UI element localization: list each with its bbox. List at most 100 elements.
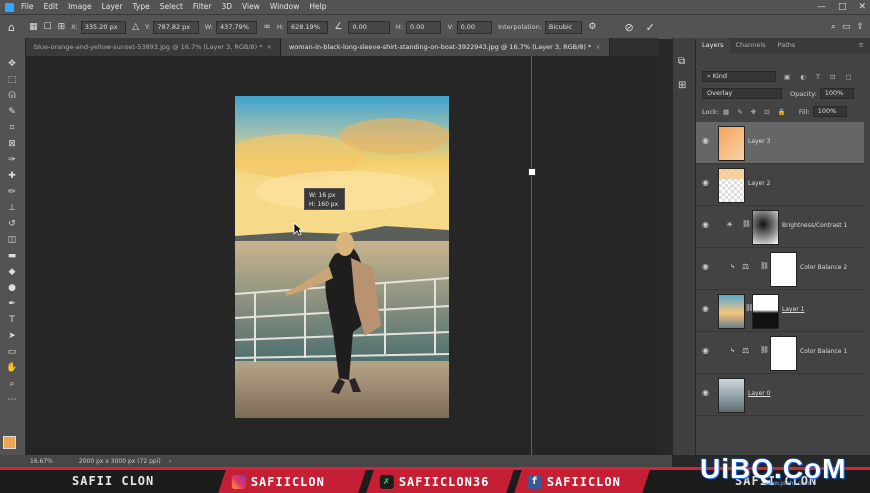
search-icon[interactable]: ⌕ (831, 22, 836, 32)
visibility-eye-icon[interactable]: ◉ (702, 136, 709, 145)
layer-name[interactable]: Layer 1 (782, 306, 804, 313)
visibility-eye-icon[interactable]: ◉ (702, 262, 709, 271)
vskew-field[interactable]: 0.00 (456, 20, 493, 34)
close-tab-icon[interactable]: × (595, 43, 600, 51)
visibility-eye-icon[interactable]: ◉ (702, 304, 709, 313)
menu-view[interactable]: View (237, 0, 265, 14)
menu-type[interactable]: Type (128, 0, 155, 14)
delta-icon[interactable]: △ (132, 22, 139, 32)
properties-panel-icon[interactable]: ⧉ (678, 56, 685, 67)
h-field[interactable]: 628.19% (286, 20, 329, 34)
mask-link-icon[interactable]: ⛓ (760, 262, 769, 270)
quick-select-tool-icon[interactable]: ✎ (4, 106, 20, 118)
layer-name[interactable]: Layer 2 (748, 180, 770, 187)
shape-tool-icon[interactable]: ▭ (4, 346, 20, 358)
menu-select[interactable]: Select (155, 0, 188, 14)
warp-icon[interactable]: ⚙ (588, 22, 596, 32)
fill-field[interactable]: 100% (812, 106, 847, 117)
link-icon[interactable]: ∞ (263, 22, 271, 32)
close-button[interactable]: ✕ (858, 2, 866, 12)
x-field[interactable]: 335.20 px (80, 20, 127, 34)
menu-image[interactable]: Image (63, 0, 97, 14)
eyedropper-tool-icon[interactable]: ✑ (4, 154, 20, 166)
menu-file[interactable]: File (16, 0, 39, 14)
home-icon[interactable]: ⌂ (8, 21, 15, 34)
crop-tool-icon[interactable]: ⌗ (4, 122, 20, 134)
visibility-eye-icon[interactable]: ◉ (702, 388, 709, 397)
transform-handle[interactable] (528, 168, 536, 176)
layer-row-layer-2[interactable]: ◉ Layer 2 (696, 164, 864, 206)
grid-icon[interactable]: ⊞ (58, 22, 66, 32)
document-image[interactable] (235, 96, 449, 418)
tab-woman-document[interactable]: woman-in-black-long-sleeve-shirt-standin… (281, 38, 610, 56)
tab-channels[interactable]: Channels (730, 38, 772, 53)
marquee-tool-icon[interactable]: ⬚ (4, 74, 20, 86)
brush-tool-icon[interactable]: ✏ (4, 186, 20, 198)
workspace-icon[interactable]: ▭ (842, 22, 851, 32)
interpolation-select[interactable]: Bicubic (544, 20, 583, 34)
minimize-button[interactable]: — (817, 2, 826, 12)
layer-row-brightness-contrast-1[interactable]: ◉ ☀ ⛓ Brightness/Contrast 1 (696, 206, 864, 248)
commit-transform-icon[interactable]: ✓ (646, 21, 655, 34)
tab-sunset-document[interactable]: blue-orange-and-yellow-sunset-53893.jpg … (26, 38, 281, 56)
layer-name[interactable]: Brightness/Contrast 1 (782, 222, 847, 229)
menu-window[interactable]: Window (265, 0, 305, 14)
layer-name[interactable]: Layer 3 (748, 138, 770, 145)
eraser-tool-icon[interactable]: ◫ (4, 234, 20, 246)
menu-help[interactable]: Help (304, 0, 331, 14)
visibility-eye-icon[interactable]: ◉ (702, 220, 709, 229)
status-arrow-icon[interactable]: › (169, 458, 171, 465)
type-tool-icon[interactable]: T (4, 314, 20, 326)
hskew-field[interactable]: 0.00 (405, 20, 442, 34)
blur-tool-icon[interactable]: ◆ (4, 266, 20, 278)
kind-filter-select[interactable]: ⌕ Kind (702, 71, 776, 82)
mask-link-icon[interactable]: ⛓ (742, 220, 751, 228)
blend-mode-select[interactable]: Overlay (702, 88, 782, 99)
opacity-field[interactable]: 100% (819, 88, 854, 99)
panel-menu-icon[interactable]: ≡ (853, 38, 870, 53)
dodge-tool-icon[interactable]: ● (4, 282, 20, 294)
layer-row-color-balance-2[interactable]: ◉ ↳ ⚖ ⛓ Color Balance 2 (696, 248, 864, 290)
close-tab-icon[interactable]: × (267, 43, 272, 51)
layer-name[interactable]: Color Balance 2 (800, 264, 847, 271)
cancel-transform-icon[interactable]: ⊘ (624, 21, 633, 34)
frame-tool-icon[interactable]: ⊠ (4, 138, 20, 150)
path-selection-tool-icon[interactable]: ➤ (4, 330, 20, 342)
w-field[interactable]: 437.79% (215, 20, 258, 34)
tab-layers[interactable]: Layers (696, 38, 730, 53)
maximize-button[interactable]: □ (838, 2, 847, 12)
visibility-eye-icon[interactable]: ◉ (702, 346, 709, 355)
filter-icons[interactable]: ▣ ◐ T ⊡ ▢ (784, 73, 856, 81)
lasso-tool-icon[interactable]: ᘏ (4, 90, 20, 102)
layer-row-layer-3[interactable]: ◉ Layer 3 (696, 122, 864, 164)
foreground-color-swatch[interactable] (3, 436, 16, 449)
menu-filter[interactable]: Filter (188, 0, 217, 14)
menu-layer[interactable]: Layer (97, 0, 128, 14)
vertical-guide[interactable] (531, 56, 532, 455)
share-icon[interactable]: ⇪ (856, 22, 864, 32)
gradient-tool-icon[interactable]: ▬ (4, 250, 20, 262)
layer-row-color-balance-1[interactable]: ◉ ↳ ⚖ ⛓ Color Balance 1 (696, 332, 864, 374)
pen-tool-icon[interactable]: ✒ (4, 298, 20, 310)
layer-name[interactable]: Layer 0 (748, 390, 770, 397)
zoom-tool-icon[interactable]: ⌕ (4, 378, 20, 390)
move-tool-icon[interactable]: ✥ (4, 58, 20, 70)
layer-row-layer-0[interactable]: ◉ Layer 0 (696, 374, 864, 416)
menu-3d[interactable]: 3D (216, 0, 237, 14)
zoom-level[interactable]: 16.67% (30, 458, 53, 465)
healing-tool-icon[interactable]: ✚ (4, 170, 20, 182)
menu-edit[interactable]: Edit (39, 0, 64, 14)
angle-field[interactable]: 0.00 (348, 20, 390, 34)
layer-name[interactable]: Color Balance 1 (800, 348, 847, 355)
adjustments-panel-icon[interactable]: ⊞ (678, 80, 686, 91)
hand-tool-icon[interactable]: ✋ (4, 362, 20, 374)
checkbox-icon[interactable]: ☐ (44, 22, 52, 32)
lock-icons[interactable]: ▦ ✎ ✥ ⊡ 🔒 (723, 108, 789, 116)
visibility-eye-icon[interactable]: ◉ (702, 178, 709, 187)
y-field[interactable]: 787.82 px (153, 20, 199, 34)
layer-row-layer-1[interactable]: ◉ ⛓ Layer 1 (696, 290, 864, 332)
history-brush-tool-icon[interactable]: ↺ (4, 218, 20, 230)
stamp-tool-icon[interactable]: ⊥ (4, 202, 20, 214)
mask-link-icon[interactable]: ⛓ (760, 346, 769, 354)
more-tools-icon[interactable]: ⋯ (4, 394, 20, 406)
